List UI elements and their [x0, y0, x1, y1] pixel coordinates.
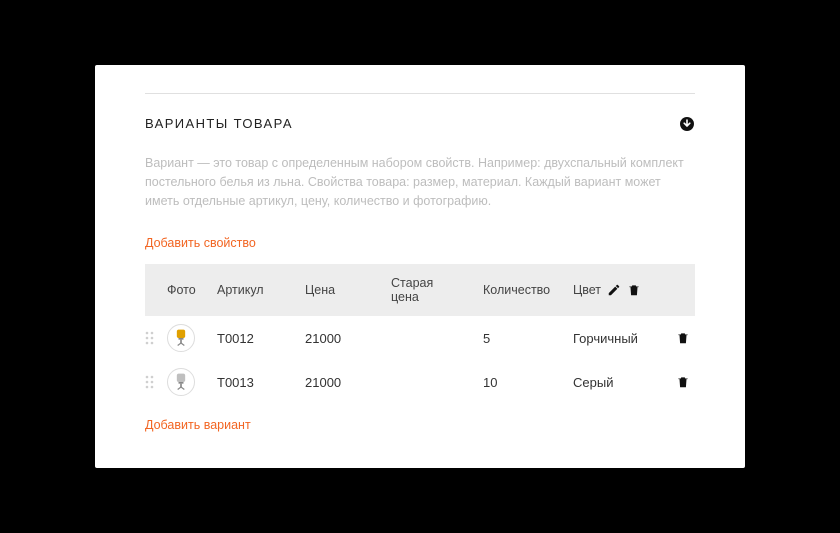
variants-card: ВАРИАНТЫ ТОВАРА Вариант — это товар с оп… — [95, 65, 745, 469]
column-header-color: Цвет — [573, 283, 671, 297]
cell-delete — [671, 331, 695, 345]
section-header: ВАРИАНТЫ ТОВАРА — [145, 116, 695, 132]
cell-qty[interactable]: 5 — [483, 331, 573, 346]
column-header-price: Цена — [305, 283, 391, 297]
section-title: ВАРИАНТЫ ТОВАРА — [145, 116, 293, 131]
cell-photo[interactable] — [167, 368, 217, 396]
cell-sku[interactable]: T0013 — [217, 375, 305, 390]
cell-photo[interactable] — [167, 324, 217, 352]
top-divider — [145, 93, 695, 94]
collapse-icon[interactable] — [679, 116, 695, 132]
table-row: T0013 21000 10 Серый — [145, 360, 695, 404]
cell-qty[interactable]: 10 — [483, 375, 573, 390]
drag-handle-icon[interactable] — [145, 330, 167, 346]
delete-row-icon[interactable] — [676, 375, 690, 389]
section-description: Вариант — это товар с определенным набор… — [145, 154, 695, 212]
cell-price[interactable]: 21000 — [305, 375, 391, 390]
add-variant-link[interactable]: Добавить вариант — [145, 418, 251, 432]
column-header-qty: Количество — [483, 283, 573, 297]
column-header-photo: Фото — [167, 283, 217, 297]
thumb-chair-icon — [167, 324, 195, 352]
column-header-sku: Артикул — [217, 283, 305, 297]
table-header-row: Фото Артикул Цена Старая цена Количество… — [145, 264, 695, 317]
variants-table: Фото Артикул Цена Старая цена Количество… — [145, 264, 695, 405]
column-header-old-price: Старая цена — [391, 276, 483, 305]
delete-row-icon[interactable] — [676, 331, 690, 345]
delete-column-icon[interactable] — [627, 283, 641, 297]
table-row: T0012 21000 5 Горчичный — [145, 316, 695, 360]
old-price-line1: Старая — [391, 276, 483, 290]
cell-color[interactable]: Серый — [573, 375, 671, 390]
cell-price[interactable]: 21000 — [305, 331, 391, 346]
add-property-link[interactable]: Добавить свойство — [145, 236, 256, 250]
color-header-label: Цвет — [573, 283, 601, 297]
edit-column-icon[interactable] — [607, 283, 621, 297]
cell-sku[interactable]: T0012 — [217, 331, 305, 346]
old-price-line2: цена — [391, 290, 483, 304]
cell-delete — [671, 375, 695, 389]
drag-handle-icon[interactable] — [145, 374, 167, 390]
cell-color[interactable]: Горчичный — [573, 331, 671, 346]
thumb-chair-icon — [167, 368, 195, 396]
